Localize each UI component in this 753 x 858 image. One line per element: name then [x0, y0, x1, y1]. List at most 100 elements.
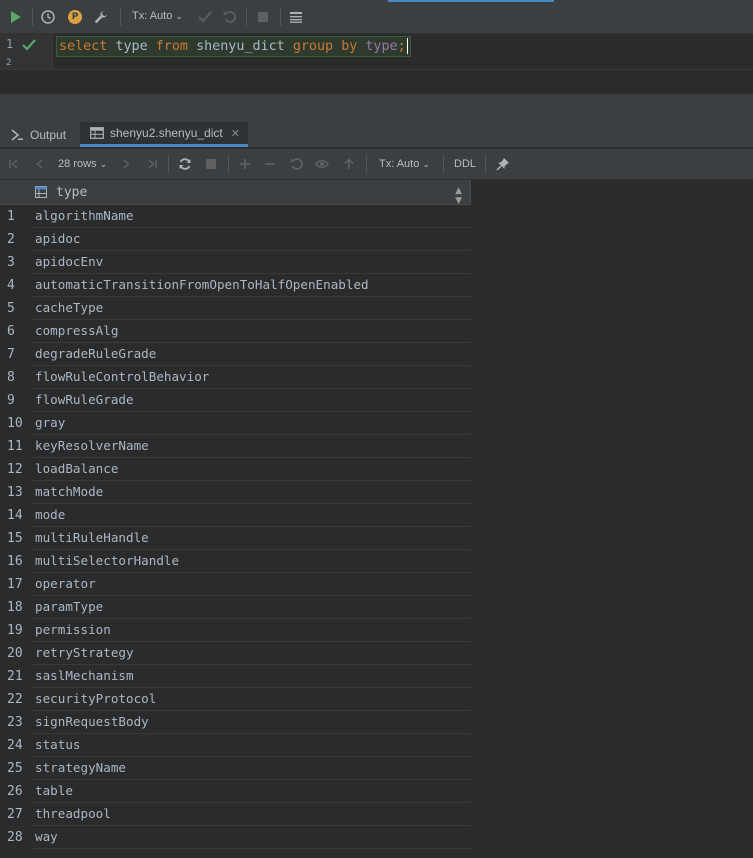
table-row[interactable]: 24 status: [0, 734, 475, 757]
table-row[interactable]: 26 table: [0, 780, 475, 803]
type-cell[interactable]: keyResolverName: [31, 435, 475, 458]
type-cell[interactable]: mode: [31, 504, 475, 527]
submit-button[interactable]: [339, 154, 359, 174]
table-row[interactable]: 13 matchMode: [0, 481, 475, 504]
grid-corner: [0, 180, 31, 205]
tab-output-label: Output: [30, 127, 67, 142]
settings-button[interactable]: [91, 7, 111, 27]
table-row[interactable]: 21 saslMechanism: [0, 665, 475, 688]
type-cell[interactable]: degradeRuleGrade: [31, 343, 475, 366]
type-cell[interactable]: multiRuleHandle: [31, 527, 475, 550]
type-cell[interactable]: matchMode: [31, 481, 475, 504]
next-page-button[interactable]: [116, 154, 136, 174]
delete-row-button[interactable]: [260, 154, 280, 174]
type-cell[interactable]: loadBalance: [31, 458, 475, 481]
sql-editor[interactable]: 1 2 select type from shenyu_dict group b…: [0, 34, 753, 69]
table-row[interactable]: 1 algorithmName: [0, 205, 475, 228]
output-layout-button[interactable]: [286, 7, 306, 27]
row-number: 4: [0, 274, 31, 297]
sql-keyword: by: [341, 39, 358, 54]
table-row[interactable]: 18 paramType: [0, 596, 475, 619]
type-cell[interactable]: cacheType: [31, 297, 475, 320]
type-cell[interactable]: operator: [31, 573, 475, 596]
table-row[interactable]: 11 keyResolverName: [0, 435, 475, 458]
type-cell[interactable]: compressAlg: [31, 320, 475, 343]
type-cell[interactable]: signRequestBody: [31, 711, 475, 734]
commit-button[interactable]: [195, 7, 215, 27]
tx-mode-dropdown[interactable]: Tx: Auto ⌄: [132, 10, 183, 22]
tx-mode-dropdown[interactable]: Tx: Auto ⌄: [379, 158, 430, 170]
row-number: 6: [0, 320, 31, 343]
rollback-button[interactable]: [220, 7, 240, 27]
type-cell[interactable]: flowRuleControlBehavior: [31, 366, 475, 389]
table-row[interactable]: 9 flowRuleGrade: [0, 389, 475, 412]
run-button[interactable]: [6, 7, 26, 27]
type-cell[interactable]: retryStrategy: [31, 642, 475, 665]
refresh-button[interactable]: [175, 154, 195, 174]
type-cell[interactable]: status: [31, 734, 475, 757]
table-row[interactable]: 15 multiRuleHandle: [0, 527, 475, 550]
tab-output[interactable]: Output: [10, 122, 74, 147]
type-cell[interactable]: gray: [31, 412, 475, 435]
table-row[interactable]: 7 degradeRuleGrade: [0, 343, 475, 366]
cancel-query-button[interactable]: [201, 154, 221, 174]
type-cell[interactable]: way: [31, 826, 475, 849]
type-cell[interactable]: multiSelectorHandle: [31, 550, 475, 573]
previous-page-button[interactable]: [30, 154, 50, 174]
first-page-button[interactable]: [4, 154, 24, 174]
table-row[interactable]: 5 cacheType: [0, 297, 475, 320]
type-cell[interactable]: saslMechanism: [31, 665, 475, 688]
type-cell[interactable]: paramType: [31, 596, 475, 619]
table-row[interactable]: 8 flowRuleControlBehavior: [0, 366, 475, 389]
toolbar-separator: [168, 155, 169, 173]
table-row[interactable]: 12 loadBalance: [0, 458, 475, 481]
sql-statement[interactable]: select type from shenyu_dict group by ty…: [56, 36, 411, 57]
type-cell[interactable]: flowRuleGrade: [31, 389, 475, 412]
rows-count-dropdown[interactable]: 28 rows ⌄: [58, 158, 107, 170]
profile-button[interactable]: P: [65, 7, 85, 27]
clock-icon: [41, 10, 55, 24]
revert-button[interactable]: [287, 154, 307, 174]
type-cell[interactable]: apidoc: [31, 228, 475, 251]
row-number: 5: [0, 297, 31, 320]
type-cell[interactable]: threadpool: [31, 803, 475, 826]
last-page-button[interactable]: [142, 154, 162, 174]
history-button[interactable]: [38, 7, 58, 27]
type-cell[interactable]: permission: [31, 619, 475, 642]
type-cell[interactable]: securityProtocol: [31, 688, 475, 711]
close-icon[interactable]: ✕: [231, 127, 240, 140]
tab-result[interactable]: shenyu2.shenyu_dict ✕: [80, 122, 248, 147]
stop-icon: [258, 12, 268, 22]
success-check-icon: [22, 39, 36, 51]
panel-splitter[interactable]: [0, 94, 753, 122]
type-cell[interactable]: algorithmName: [31, 205, 475, 228]
type-cell[interactable]: table: [31, 780, 475, 803]
type-cell[interactable]: strategyName: [31, 757, 475, 780]
table-row[interactable]: 4 automaticTransitionFromOpenToHalfOpenEn…: [0, 274, 475, 297]
table-row[interactable]: 20 retryStrategy: [0, 642, 475, 665]
table-row[interactable]: 6 compressAlg: [0, 320, 475, 343]
table-row[interactable]: 19 permission: [0, 619, 475, 642]
stop-button[interactable]: [253, 7, 273, 27]
table-row[interactable]: 16 multiSelectorHandle: [0, 550, 475, 573]
add-row-button[interactable]: [235, 154, 255, 174]
type-cell[interactable]: automaticTransitionFromOpenToHalfOpenEna…: [31, 274, 475, 297]
ddl-button[interactable]: DDL: [454, 158, 476, 170]
sql-column: type: [115, 39, 148, 54]
table-row[interactable]: 25 strategyName: [0, 757, 475, 780]
table-row[interactable]: 28 way: [0, 826, 475, 849]
type-cell[interactable]: apidocEnv: [31, 251, 475, 274]
table-row[interactable]: 27 threadpool: [0, 803, 475, 826]
table-row[interactable]: 23 signRequestBody: [0, 711, 475, 734]
preview-changes-button[interactable]: [312, 154, 332, 174]
table-row[interactable]: 14 mode: [0, 504, 475, 527]
table-row[interactable]: 3 apidocEnv: [0, 251, 475, 274]
table-row[interactable]: 22 securityProtocol: [0, 688, 475, 711]
table-row[interactable]: 2 apidoc: [0, 228, 475, 251]
table-row[interactable]: 10 gray: [0, 412, 475, 435]
sort-icon[interactable]: ▲ ▼: [455, 186, 462, 206]
table-row[interactable]: 17 operator: [0, 573, 475, 596]
row-number: 3: [0, 251, 31, 274]
column-header-type[interactable]: type ▲ ▼: [31, 180, 471, 206]
pin-tab-button[interactable]: [493, 154, 513, 174]
